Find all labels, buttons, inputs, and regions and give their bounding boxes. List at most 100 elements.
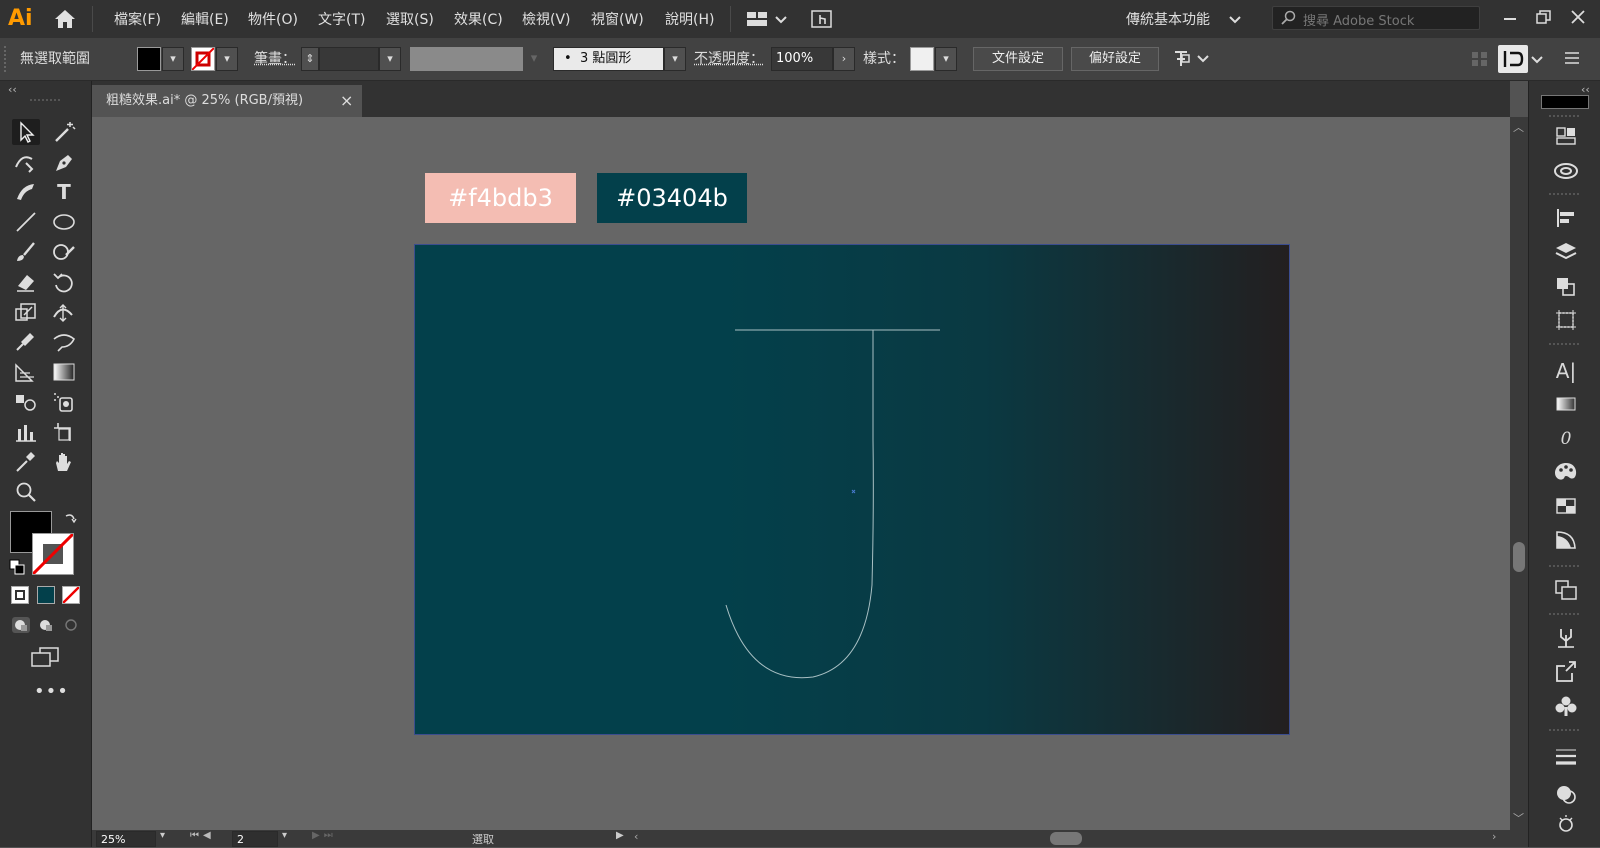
stroke-weight-field[interactable] bbox=[319, 47, 379, 71]
none-mode-icon[interactable] bbox=[62, 586, 80, 604]
artwork-letter-j[interactable] bbox=[415, 245, 1289, 734]
style-dropdown[interactable]: ▾ bbox=[935, 47, 957, 71]
collapse-toolbar-icon[interactable]: ‹‹ bbox=[8, 83, 17, 96]
gradient-mode-icon[interactable] bbox=[37, 586, 55, 604]
edit-toolbar-icon[interactable]: ••• bbox=[34, 681, 69, 702]
scroll-right-icon[interactable]: › bbox=[1492, 830, 1496, 843]
opacity-field[interactable]: 100% bbox=[771, 47, 833, 71]
graphic-styles-icon[interactable] bbox=[1551, 813, 1581, 841]
panel-grip[interactable] bbox=[1549, 613, 1579, 615]
preferences-button[interactable]: 偏好設定 bbox=[1071, 47, 1159, 71]
document-setup-button[interactable]: 文件設定 bbox=[973, 47, 1063, 71]
draw-normal-icon[interactable] bbox=[11, 616, 31, 634]
swap-fill-stroke-icon[interactable] bbox=[62, 511, 78, 527]
status-menu-arrow[interactable]: ▶ bbox=[616, 830, 624, 841]
arrange-documents-icon[interactable] bbox=[746, 10, 790, 28]
ellipse-tool-icon[interactable] bbox=[50, 209, 78, 235]
panel-grip[interactable] bbox=[1549, 565, 1579, 567]
paintbrush-tool-icon[interactable] bbox=[12, 239, 40, 265]
swatches-panel-icon[interactable] bbox=[1551, 493, 1581, 521]
home-icon[interactable] bbox=[52, 8, 78, 30]
scroll-up-icon[interactable]: ︿ bbox=[1513, 119, 1524, 135]
fill-swatch[interactable] bbox=[137, 47, 161, 71]
close-tab-button[interactable]: × bbox=[340, 85, 353, 117]
artboard[interactable] bbox=[414, 244, 1290, 735]
zoom-dropdown[interactable]: ▾ bbox=[160, 830, 165, 841]
toolbar-grip[interactable] bbox=[30, 99, 60, 103]
minimize-icon[interactable] bbox=[1500, 10, 1520, 26]
asset-export-icon[interactable] bbox=[1551, 625, 1581, 653]
vertical-scrollbar[interactable]: ︿ ﹀ bbox=[1510, 117, 1528, 830]
artboard-tool-icon[interactable] bbox=[50, 419, 78, 445]
glyphs-panel-icon[interactable]: 0 bbox=[1551, 425, 1581, 453]
panel-grip[interactable] bbox=[1549, 193, 1579, 195]
width-tool-icon[interactable] bbox=[50, 299, 78, 325]
appearance-panel-icon[interactable] bbox=[1551, 781, 1581, 809]
panel-menu-icon[interactable] bbox=[1563, 50, 1581, 66]
chevron-down-icon[interactable] bbox=[1530, 52, 1544, 66]
canvas[interactable]: #f4bdb3 #03404b bbox=[92, 117, 1510, 830]
menu-object[interactable]: 物件(O) bbox=[248, 9, 298, 29]
menu-type[interactable]: 文字(T) bbox=[318, 9, 365, 29]
app-logo[interactable]: Ai bbox=[8, 4, 38, 34]
stroke-panel-icon[interactable] bbox=[1551, 743, 1581, 771]
symbols-panel-icon[interactable] bbox=[1551, 693, 1581, 721]
properties-panel-icon[interactable] bbox=[1551, 123, 1581, 151]
artboard-nav-next-last[interactable]: ▶⏭ bbox=[312, 830, 337, 841]
type-tool-icon[interactable]: T bbox=[50, 179, 78, 205]
horizontal-scroll-thumb[interactable] bbox=[1050, 832, 1082, 845]
stroke-color-box[interactable] bbox=[32, 533, 74, 575]
eraser-tool-icon[interactable] bbox=[12, 269, 40, 295]
artboard-nav-first-prev[interactable]: ⏮◀ bbox=[190, 830, 215, 841]
panel-tab-strip[interactable] bbox=[1541, 95, 1589, 109]
color-themes-icon[interactable] bbox=[1551, 459, 1581, 487]
magic-wand-tool-icon[interactable] bbox=[50, 119, 78, 145]
pencil-tool-icon[interactable] bbox=[12, 179, 40, 205]
selection-tool-icon[interactable] bbox=[12, 119, 40, 145]
shaper-tool-icon[interactable] bbox=[50, 239, 78, 265]
cc-libraries-icon[interactable] bbox=[1551, 157, 1581, 185]
zoom-field[interactable]: 25% bbox=[96, 831, 156, 847]
stroke-swatch[interactable] bbox=[191, 47, 215, 71]
zoom-tool-icon[interactable] bbox=[12, 479, 40, 505]
column-graph-tool-icon[interactable] bbox=[12, 419, 40, 445]
align-panel-icon[interactable] bbox=[1551, 205, 1581, 233]
free-transform-tool-icon[interactable] bbox=[50, 329, 78, 355]
rotate-tool-icon[interactable] bbox=[50, 269, 78, 295]
gradient-tool-icon[interactable] bbox=[50, 359, 78, 385]
restore-icon[interactable] bbox=[1534, 8, 1554, 26]
hand-tool-icon[interactable] bbox=[50, 449, 78, 475]
panel-grip[interactable] bbox=[1549, 115, 1579, 117]
panel-grip[interactable] bbox=[1549, 343, 1579, 345]
stroke-dropdown[interactable]: ▾ bbox=[216, 47, 238, 71]
fill-dropdown[interactable]: ▾ bbox=[162, 47, 184, 71]
menu-select[interactable]: 選取(S) bbox=[386, 9, 434, 29]
opacity-label[interactable]: 不透明度： bbox=[694, 47, 764, 71]
draw-inside-icon[interactable] bbox=[61, 616, 81, 634]
scroll-down-icon[interactable]: ﹀ bbox=[1513, 810, 1524, 826]
transparency-panel-icon[interactable] bbox=[1551, 527, 1581, 555]
pathfinder-panel-icon[interactable] bbox=[1551, 273, 1581, 301]
opacity-arrow[interactable]: › bbox=[833, 47, 855, 71]
curvature-tool-icon[interactable] bbox=[12, 149, 40, 175]
document-tab[interactable]: 粗糙效果.ai* @ 25% (RGB/預視) × bbox=[92, 85, 362, 117]
layers-panel-icon[interactable] bbox=[1551, 239, 1581, 267]
style-swatch[interactable] bbox=[910, 47, 934, 71]
export-icon[interactable] bbox=[1551, 659, 1581, 687]
variable-width-profile[interactable] bbox=[410, 47, 523, 71]
line-tool-icon[interactable] bbox=[12, 209, 40, 235]
panel-grip[interactable] bbox=[4, 46, 8, 72]
scroll-left-icon[interactable]: ‹ bbox=[634, 830, 638, 843]
puppet-warp-tool-icon[interactable] bbox=[12, 329, 40, 355]
artboard-dropdown[interactable]: ▾ bbox=[282, 830, 287, 841]
pen-tool-icon[interactable] bbox=[50, 149, 78, 175]
menu-help[interactable]: 說明(H) bbox=[665, 9, 714, 29]
character-panel-icon[interactable]: A| bbox=[1551, 357, 1581, 385]
stroke-weight-stepper[interactable]: ⇕ bbox=[301, 47, 319, 71]
isolate-mode-icon[interactable] bbox=[1498, 45, 1528, 73]
align-options-icon[interactable] bbox=[1172, 48, 1216, 70]
menu-view[interactable]: 檢視(V) bbox=[522, 9, 571, 29]
scale-tool-icon[interactable] bbox=[12, 299, 40, 325]
grid-icon[interactable] bbox=[1470, 50, 1490, 68]
draw-behind-icon[interactable] bbox=[36, 616, 56, 634]
